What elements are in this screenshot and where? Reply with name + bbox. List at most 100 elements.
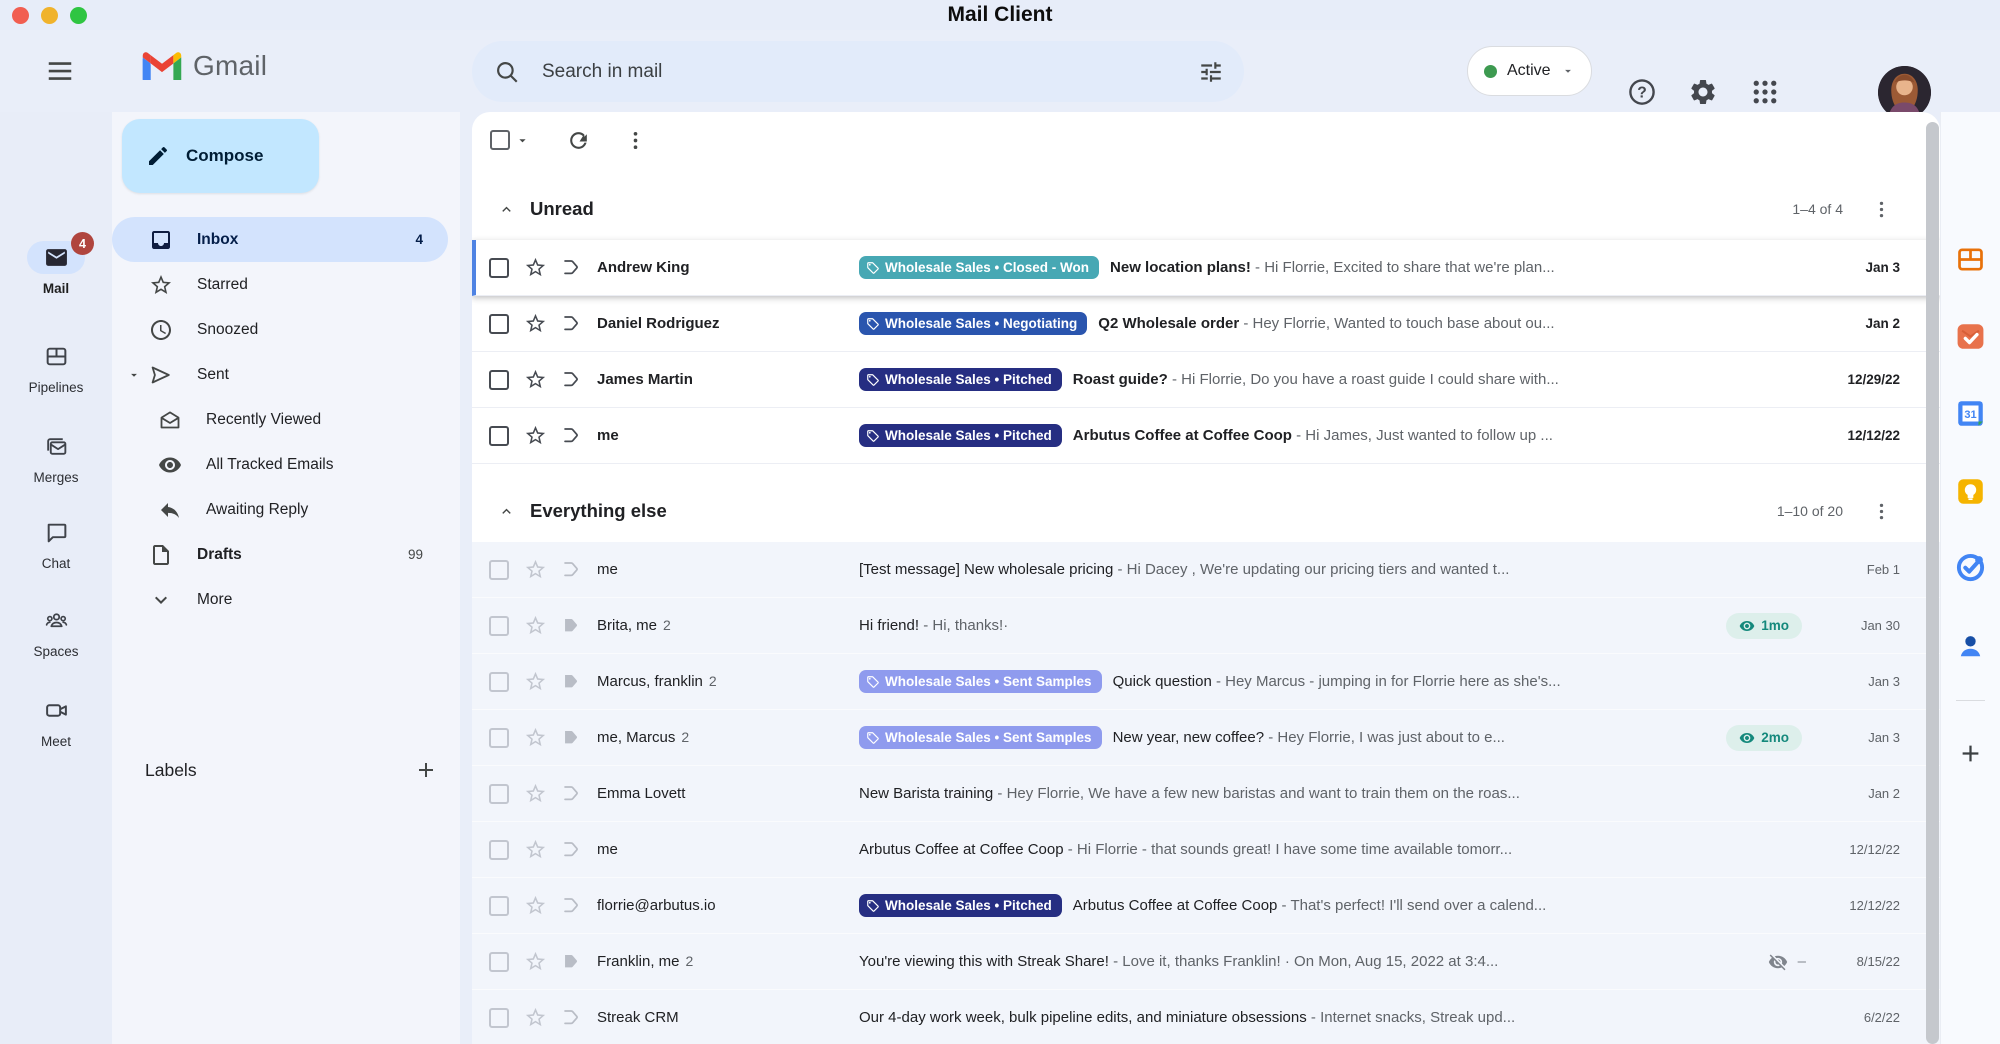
star-icon[interactable] <box>524 614 547 637</box>
row-checkbox[interactable] <box>489 314 509 334</box>
sidebar-item-recently-viewed[interactable]: Recently Viewed <box>112 397 448 442</box>
rail-item-chat[interactable]: Chat <box>0 516 112 571</box>
streak-flag-icon[interactable] <box>560 1007 582 1029</box>
sidebar-item-starred[interactable]: Starred <box>112 262 448 307</box>
row-checkbox[interactable] <box>489 672 509 692</box>
search-input[interactable]: Search in mail <box>542 61 1198 83</box>
star-icon[interactable] <box>524 838 547 861</box>
pipeline-stage-badge[interactable]: Wholesale Sales • Pitched <box>859 368 1062 391</box>
rail-item-pipelines[interactable]: Pipelines <box>0 340 112 395</box>
sidebar-item-sent[interactable]: Sent <box>112 352 448 397</box>
streak-flag-icon[interactable] <box>560 727 582 749</box>
section-collapse-icon[interactable] <box>498 503 515 520</box>
expand-caret-icon[interactable] <box>127 368 141 382</box>
email-row[interactable]: Emma Lovett New Barista training - Hey F… <box>472 766 1940 822</box>
email-row[interactable]: me [Test message] New wholesale pricing … <box>472 542 1940 598</box>
star-icon[interactable] <box>524 726 547 749</box>
sidebar-item-all-tracked-emails[interactable]: All Tracked Emails <box>112 442 448 487</box>
refresh-icon[interactable] <box>566 128 591 153</box>
rail-item-meet[interactable]: Meet <box>0 694 112 749</box>
get-addons-plus-icon[interactable] <box>1957 740 1984 767</box>
sidebar-item-awaiting-reply[interactable]: Awaiting Reply <box>112 487 448 532</box>
help-icon[interactable]: ? <box>1627 77 1657 107</box>
star-icon[interactable] <box>524 256 547 279</box>
sidebar-item-snoozed[interactable]: Snoozed <box>112 307 448 352</box>
streak-flag-icon[interactable] <box>560 559 582 581</box>
pipeline-stage-badge[interactable]: Wholesale Sales • Sent Samples <box>859 726 1102 749</box>
search-icon[interactable] <box>494 59 520 85</box>
streak-flag-icon[interactable] <box>560 783 582 805</box>
compose-button[interactable]: Compose <box>122 119 319 193</box>
select-dropdown-icon[interactable] <box>515 133 530 148</box>
email-row[interactable]: James Martin Wholesale Sales • PitchedRo… <box>472 352 1940 408</box>
star-icon[interactable] <box>524 670 547 693</box>
email-row[interactable]: me Arbutus Coffee at Coffee Coop - Hi Fl… <box>472 822 1940 878</box>
main-menu-icon[interactable] <box>44 56 76 86</box>
pipeline-stage-badge[interactable]: Wholesale Sales • Sent Samples <box>859 670 1102 693</box>
rail-item-spaces[interactable]: Spaces <box>0 604 112 659</box>
email-row[interactable]: Streak CRM Our 4-day work week, bulk pip… <box>472 990 1940 1044</box>
email-row[interactable]: me Wholesale Sales • PitchedArbutus Coff… <box>472 408 1940 464</box>
sidebar-item-inbox[interactable]: Inbox4 <box>112 217 448 262</box>
streak-check-icon[interactable] <box>1955 321 1986 352</box>
star-icon[interactable] <box>524 1006 547 1029</box>
star-icon[interactable] <box>524 368 547 391</box>
google-contacts-icon[interactable] <box>1955 631 1986 662</box>
rail-item-mail[interactable]: 4Mail <box>0 241 112 296</box>
row-checkbox[interactable] <box>489 258 509 278</box>
streak-flag-icon[interactable] <box>560 951 582 973</box>
email-row[interactable]: Andrew King Wholesale Sales • Closed - W… <box>472 240 1940 296</box>
row-checkbox[interactable] <box>489 1008 509 1028</box>
streak-pipelines-icon[interactable] <box>1955 244 1986 275</box>
star-icon[interactable] <box>524 558 547 581</box>
row-checkbox[interactable] <box>489 840 509 860</box>
email-row[interactable]: Marcus, franklin2 Wholesale Sales • Sent… <box>472 654 1940 710</box>
rail-item-merges[interactable]: Merges <box>0 430 112 485</box>
pipeline-stage-badge[interactable]: Wholesale Sales • Negotiating <box>859 312 1087 335</box>
streak-flag-icon[interactable] <box>560 671 582 693</box>
row-checkbox[interactable] <box>489 560 509 580</box>
more-options-icon[interactable] <box>624 129 647 152</box>
section-more-icon[interactable] <box>1871 501 1892 522</box>
row-checkbox[interactable] <box>489 616 509 636</box>
streak-flag-icon[interactable] <box>560 839 582 861</box>
list-scrollbar[interactable] <box>1926 122 1939 1044</box>
row-checkbox[interactable] <box>489 952 509 972</box>
email-row[interactable]: Brita, me2 Hi friend! - Hi, thanks!· 1mo… <box>472 598 1940 654</box>
email-row[interactable]: me, Marcus2 Wholesale Sales • Sent Sampl… <box>472 710 1940 766</box>
star-icon[interactable] <box>524 424 547 447</box>
sidebar-item-drafts[interactable]: Drafts99 <box>112 532 448 577</box>
streak-flag-icon[interactable] <box>560 369 582 391</box>
star-icon[interactable] <box>524 312 547 335</box>
google-apps-icon[interactable] <box>1750 77 1780 107</box>
streak-flag-icon[interactable] <box>560 313 582 335</box>
google-keep-icon[interactable] <box>1955 476 1986 507</box>
section-more-icon[interactable] <box>1871 199 1892 220</box>
star-icon[interactable] <box>524 782 547 805</box>
pipeline-stage-badge[interactable]: Wholesale Sales • Pitched <box>859 894 1062 917</box>
email-row[interactable]: florrie@arbutus.io Wholesale Sales • Pit… <box>472 878 1940 934</box>
row-checkbox[interactable] <box>489 728 509 748</box>
settings-gear-icon[interactable] <box>1688 77 1718 107</box>
streak-flag-icon[interactable] <box>560 425 582 447</box>
section-collapse-icon[interactable] <box>498 201 515 218</box>
pipeline-stage-badge[interactable]: Wholesale Sales • Pitched <box>859 424 1062 447</box>
streak-flag-icon[interactable] <box>560 615 582 637</box>
google-tasks-icon[interactable] <box>1955 552 1986 583</box>
row-checkbox[interactable] <box>489 784 509 804</box>
row-checkbox[interactable] <box>489 896 509 916</box>
email-row[interactable]: Daniel Rodriguez Wholesale Sales • Negot… <box>472 296 1940 352</box>
streak-flag-icon[interactable] <box>560 257 582 279</box>
select-all-checkbox[interactable] <box>490 130 510 150</box>
search-options-icon[interactable] <box>1198 59 1224 85</box>
star-icon[interactable] <box>524 950 547 973</box>
search-bar[interactable]: Search in mail <box>472 41 1244 102</box>
google-calendar-icon[interactable]: 31 <box>1955 398 1986 429</box>
pipeline-stage-badge[interactable]: Wholesale Sales • Closed - Won <box>859 256 1099 279</box>
sidebar-item-more[interactable]: More <box>112 577 448 622</box>
row-checkbox[interactable] <box>489 426 509 446</box>
add-label-icon[interactable] <box>414 758 438 782</box>
streak-flag-icon[interactable] <box>560 895 582 917</box>
email-row[interactable]: Franklin, me2 You're viewing this with S… <box>472 934 1940 990</box>
star-icon[interactable] <box>524 894 547 917</box>
